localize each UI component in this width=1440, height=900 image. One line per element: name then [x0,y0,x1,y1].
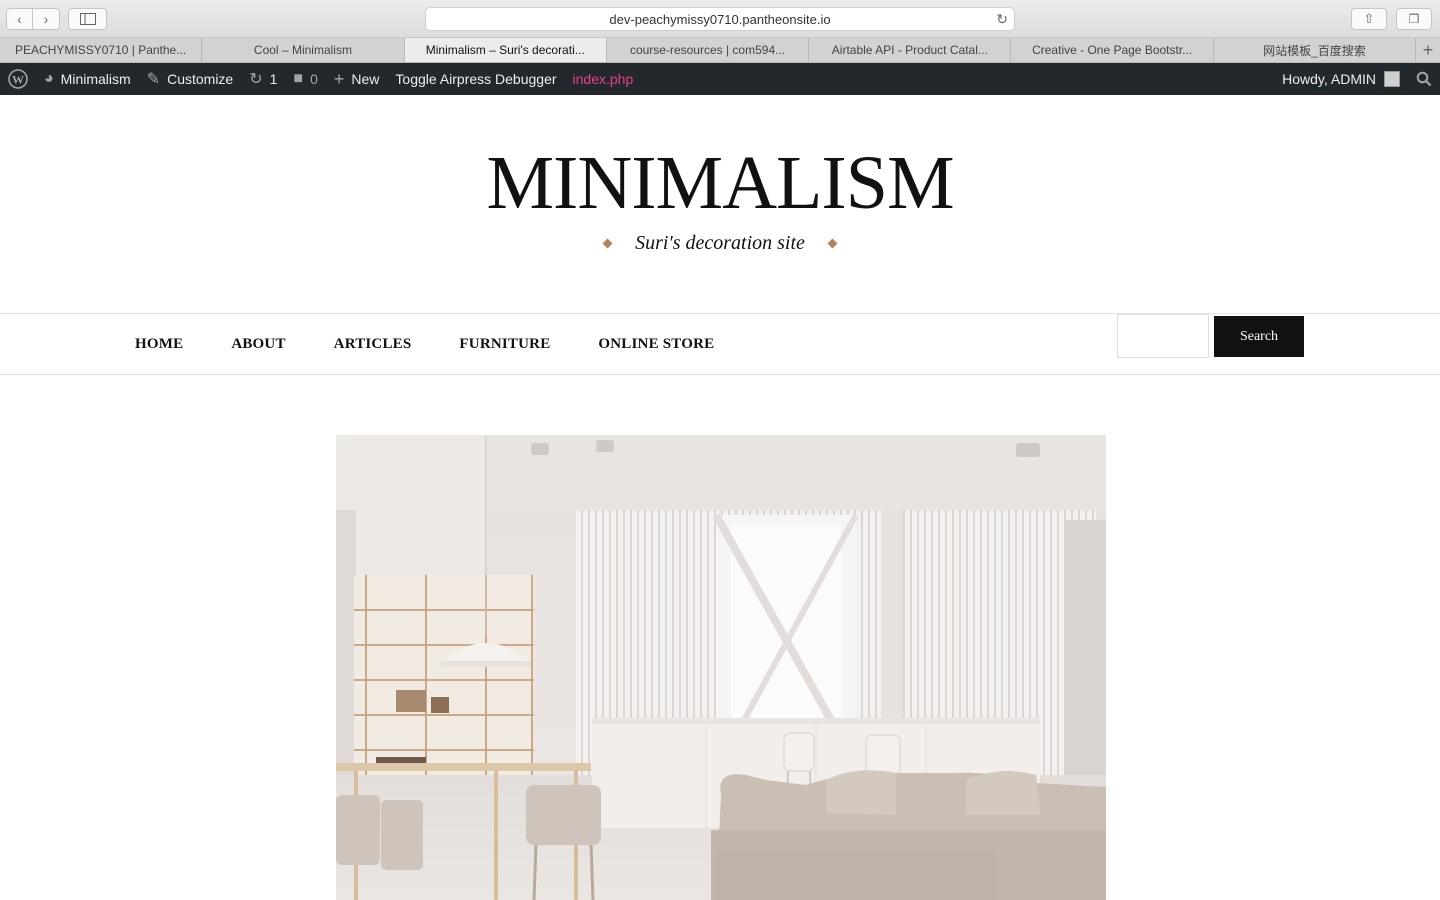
updates-count: 1 [269,71,278,87]
browser-tab[interactable]: course-resources | com594... [607,38,810,62]
diamond-ornament-icon [602,238,613,248]
browser-tab[interactable]: Cool – Minimalism [202,38,405,62]
chevron-left-icon: ‹ [17,11,22,27]
tab-label: Creative - One Page Bootstr... [1032,43,1193,57]
history-buttons: ‹ › [6,8,60,30]
tab-label: Airtable API - Product Catal... [831,43,988,57]
dashboard-icon: ◕ [44,70,54,87]
new-label: New [351,71,380,87]
nav-item-about[interactable]: ABOUT [231,336,285,353]
sidebar-icon [79,13,96,25]
wordpress-logo[interactable]: W [0,63,36,95]
svg-text:W: W [12,73,24,87]
airpress-debugger-toggle[interactable]: Toggle Airpress Debugger [387,63,564,95]
refresh-icon: ↻ [249,71,263,88]
search-icon [1416,71,1432,87]
chevron-right-icon: › [43,11,49,27]
howdy-label: Howdy, ADMIN [1282,71,1376,87]
tab-label: course-resources | com594... [629,43,786,57]
comment-icon: ■ [293,70,304,87]
comments-count: 0 [310,71,318,87]
site-title[interactable]: MINIMALISM [0,140,1440,226]
browser-tab[interactable]: Airtable API - Product Catal... [809,38,1012,62]
plus-icon: + [1422,39,1434,60]
browser-tab[interactable]: PEACHYMISSY0710 | Panthe... [0,38,203,62]
tab-label: Cool – Minimalism [253,43,352,57]
browser-toolbar: ‹ › dev-peachymissy0710.pantheonsite.io … [0,0,1440,38]
browser-tab[interactable]: 网站模板_百度搜索 [1214,38,1417,62]
wp-admin-bar: W ◕ Minimalism ✎ Customize ↻ 1 ■ 0 + New… [0,63,1440,95]
my-account-link[interactable]: Howdy, ADMIN [1274,63,1408,95]
search-button[interactable]: Search [1214,316,1304,357]
url-text: dev-peachymissy0710.pantheonsite.io [609,11,831,27]
site-tagline: Suri's decoration site [635,231,805,254]
forward-button[interactable]: › [33,8,60,30]
new-tab-button[interactable]: + [1416,38,1440,62]
nav-item-home[interactable]: HOME [135,336,183,353]
share-button[interactable]: ⇧ [1351,8,1387,30]
template-file-label: index.php [572,71,634,87]
featured-image[interactable] [336,435,1106,900]
avatar [1384,71,1400,87]
customize-link[interactable]: ✎ Customize [139,63,242,95]
template-file-link[interactable]: index.php [565,63,642,95]
nav-item-online-store[interactable]: ONLINE STORE [598,336,714,353]
diamond-ornament-icon [827,238,838,248]
brush-icon: ✎ [146,71,161,88]
sidebar-toggle-button[interactable] [68,8,107,30]
admin-bar-secondary: Howdy, ADMIN [1274,63,1440,95]
show-tabs-button[interactable]: ❐ [1396,8,1432,30]
primary-navigation: HOME ABOUT ARTICLES FURNITURE ONLINE STO… [0,313,1440,375]
updates-link[interactable]: ↻ 1 [241,63,285,95]
customize-label: Customize [167,71,234,87]
tab-label: Minimalism – Suri's decorati... [425,43,585,57]
search-input[interactable] [1117,314,1209,358]
admin-search-button[interactable] [1408,63,1440,95]
interior-photo [336,435,1106,900]
comments-link[interactable]: ■ 0 [285,63,325,95]
tagline-row: Suri's decoration site [0,228,1440,258]
tabs-overview-icon: ❐ [1408,12,1420,26]
address-bar[interactable]: dev-peachymissy0710.pantheonsite.io ↻ [425,7,1015,31]
site-name-link[interactable]: ◕ Minimalism [36,63,139,95]
main-menu: HOME ABOUT ARTICLES FURNITURE ONLINE STO… [135,314,762,374]
share-icon: ⇧ [1363,11,1375,26]
back-button[interactable]: ‹ [6,8,33,30]
site-name-label: Minimalism [60,71,131,87]
nav-item-furniture[interactable]: FURNITURE [459,336,550,353]
wordpress-icon: W [8,69,28,89]
browser-tab-active[interactable]: Minimalism – Suri's decorati... [404,38,607,62]
reload-icon[interactable]: ↻ [996,11,1008,28]
browser-tab[interactable]: Creative - One Page Bootstr... [1011,38,1214,62]
nav-item-articles[interactable]: ARTICLES [334,336,412,353]
debugger-label: Toggle Airpress Debugger [395,71,557,87]
tab-strip: PEACHYMISSY0710 | Panthe... Cool – Minim… [0,38,1440,63]
tab-label: 网站模板_百度搜索 [1263,43,1366,58]
new-content-link[interactable]: + New [326,63,388,95]
plus-icon: + [333,68,345,89]
tab-label: PEACHYMISSY0710 | Panthe... [15,43,187,57]
